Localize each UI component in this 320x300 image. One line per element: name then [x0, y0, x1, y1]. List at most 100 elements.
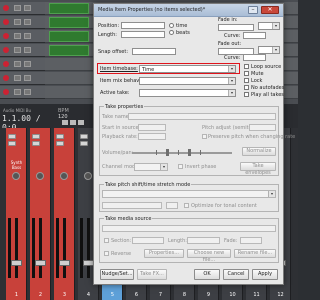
record-arm-icon[interactable]: [3, 89, 9, 95]
properties-button[interactable]: Properties...: [144, 249, 184, 258]
mixer-strip[interactable]: Synth Bass 1: [6, 128, 27, 300]
record-arm-icon[interactable]: [3, 5, 9, 11]
reverse-checkbox[interactable]: [104, 251, 109, 256]
dialog-titlebar[interactable]: Media Item Properties (no items selected…: [94, 4, 283, 17]
take-envelopes-button[interactable]: Take envelopes: [240, 162, 276, 176]
volume-fader[interactable]: [35, 260, 46, 266]
cancel-button[interactable]: Cancel: [223, 269, 249, 280]
pitch-shift-mode-select[interactable]: [102, 190, 276, 198]
pan-knob-icon[interactable]: [12, 172, 20, 180]
mute-icon[interactable]: [14, 89, 21, 95]
strip-route-button[interactable]: [80, 141, 88, 146]
fade-out-shape-combo[interactable]: [258, 46, 280, 54]
strip-route-button[interactable]: [32, 141, 40, 146]
solo-icon[interactable]: [24, 47, 31, 53]
track-header[interactable]: [0, 30, 45, 43]
apply-button[interactable]: Apply: [252, 269, 278, 280]
ok-button[interactable]: OK: [194, 269, 220, 280]
mixer-strip[interactable]: 3: [54, 128, 75, 300]
nudge-set-button[interactable]: Nudge/Set...: [100, 269, 134, 280]
solo-icon[interactable]: [24, 33, 31, 39]
mixer-strip[interactable]: 2: [30, 128, 51, 300]
loop-source-checkbox[interactable]: [244, 64, 249, 69]
media-source-path-field[interactable]: [102, 225, 276, 232]
minimize-button[interactable]: –: [248, 6, 258, 14]
no-autofades-checkbox[interactable]: [244, 85, 249, 90]
normalize-button[interactable]: Normalize: [242, 147, 276, 156]
fade-in-shape-combo[interactable]: [258, 22, 280, 30]
solo-icon[interactable]: [24, 75, 31, 81]
strip-route-button[interactable]: [56, 141, 64, 146]
preserve-pitch-checkbox[interactable]: [202, 134, 207, 139]
stop-button[interactable]: [70, 120, 76, 125]
strip-fx-button[interactable]: [32, 134, 40, 139]
track-header[interactable]: [0, 44, 45, 57]
mute-checkbox[interactable]: [244, 71, 249, 76]
record-arm-icon[interactable]: [3, 61, 9, 67]
record-button[interactable]: [78, 120, 84, 125]
mute-icon[interactable]: [14, 47, 21, 53]
solo-icon[interactable]: [24, 61, 31, 67]
pan-slider-handle[interactable]: [188, 149, 191, 156]
play-button[interactable]: [62, 120, 68, 125]
strip-route-button[interactable]: [8, 141, 16, 146]
start-in-source-field[interactable]: [138, 124, 166, 131]
pan-knob-icon[interactable]: [36, 172, 44, 180]
length-field[interactable]: [121, 31, 165, 38]
item-timebase-select[interactable]: Time: [139, 65, 236, 73]
record-arm-icon[interactable]: [3, 19, 9, 25]
strip-fx-button[interactable]: [8, 134, 16, 139]
playback-rate-field[interactable]: [138, 133, 166, 140]
solo-icon[interactable]: [24, 5, 31, 11]
record-arm-icon[interactable]: [3, 75, 9, 81]
optimize-tonal-checkbox[interactable]: [184, 203, 189, 208]
lock-checkbox[interactable]: [244, 78, 249, 83]
pitch-shift-submode-field[interactable]: [102, 202, 162, 209]
take-name-field[interactable]: [128, 113, 276, 120]
media-item[interactable]: [49, 17, 89, 28]
volume-fader[interactable]: [59, 260, 70, 266]
mute-icon[interactable]: [14, 75, 21, 81]
section-start-field[interactable]: [132, 237, 164, 244]
position-field[interactable]: [121, 22, 165, 29]
track-header[interactable]: [0, 86, 45, 99]
active-take-select[interactable]: [139, 89, 236, 97]
record-arm-icon[interactable]: [3, 33, 9, 39]
media-item[interactable]: [49, 3, 89, 14]
close-button[interactable]: ✕: [261, 6, 279, 14]
track-header[interactable]: [0, 58, 45, 71]
mute-icon[interactable]: [14, 19, 21, 25]
pitch-adjust-field[interactable]: [249, 124, 276, 131]
media-item[interactable]: [49, 31, 89, 42]
fade-in-curve-field[interactable]: [243, 32, 266, 39]
track-header[interactable]: [0, 72, 45, 85]
time-base-beats-radio[interactable]: [169, 30, 174, 35]
solo-icon[interactable]: [24, 19, 31, 25]
fade-out-curve-field[interactable]: [243, 54, 266, 61]
take-fx-button[interactable]: Take FX...: [137, 269, 167, 280]
mute-icon[interactable]: [14, 33, 21, 39]
fade-in-field[interactable]: [218, 24, 254, 31]
mute-icon[interactable]: [14, 5, 21, 11]
invert-phase-checkbox[interactable]: [178, 164, 183, 169]
section-length-field[interactable]: [187, 237, 220, 244]
snap-offset-field[interactable]: [132, 48, 176, 55]
section-fade-field[interactable]: [240, 237, 262, 244]
pitch-shift-param-field[interactable]: [166, 202, 178, 209]
pan-knob-icon[interactable]: [60, 172, 68, 180]
channel-mode-select[interactable]: [134, 163, 168, 171]
pan-knob-icon[interactable]: [84, 172, 92, 180]
section-checkbox[interactable]: [104, 238, 109, 243]
strip-fx-button[interactable]: [56, 134, 64, 139]
solo-icon[interactable]: [24, 89, 31, 95]
track-header[interactable]: [0, 2, 45, 15]
mute-icon[interactable]: [14, 61, 21, 67]
choose-new-file-button[interactable]: Choose new file...: [187, 249, 231, 263]
play-all-takes-checkbox[interactable]: [244, 92, 249, 97]
strip-fx-button[interactable]: [80, 134, 88, 139]
time-base-time-radio[interactable]: [169, 23, 174, 28]
record-arm-icon[interactable]: [3, 47, 9, 53]
volume-slider-handle[interactable]: [166, 149, 169, 156]
media-item[interactable]: [49, 45, 89, 56]
track-header[interactable]: [0, 16, 45, 29]
